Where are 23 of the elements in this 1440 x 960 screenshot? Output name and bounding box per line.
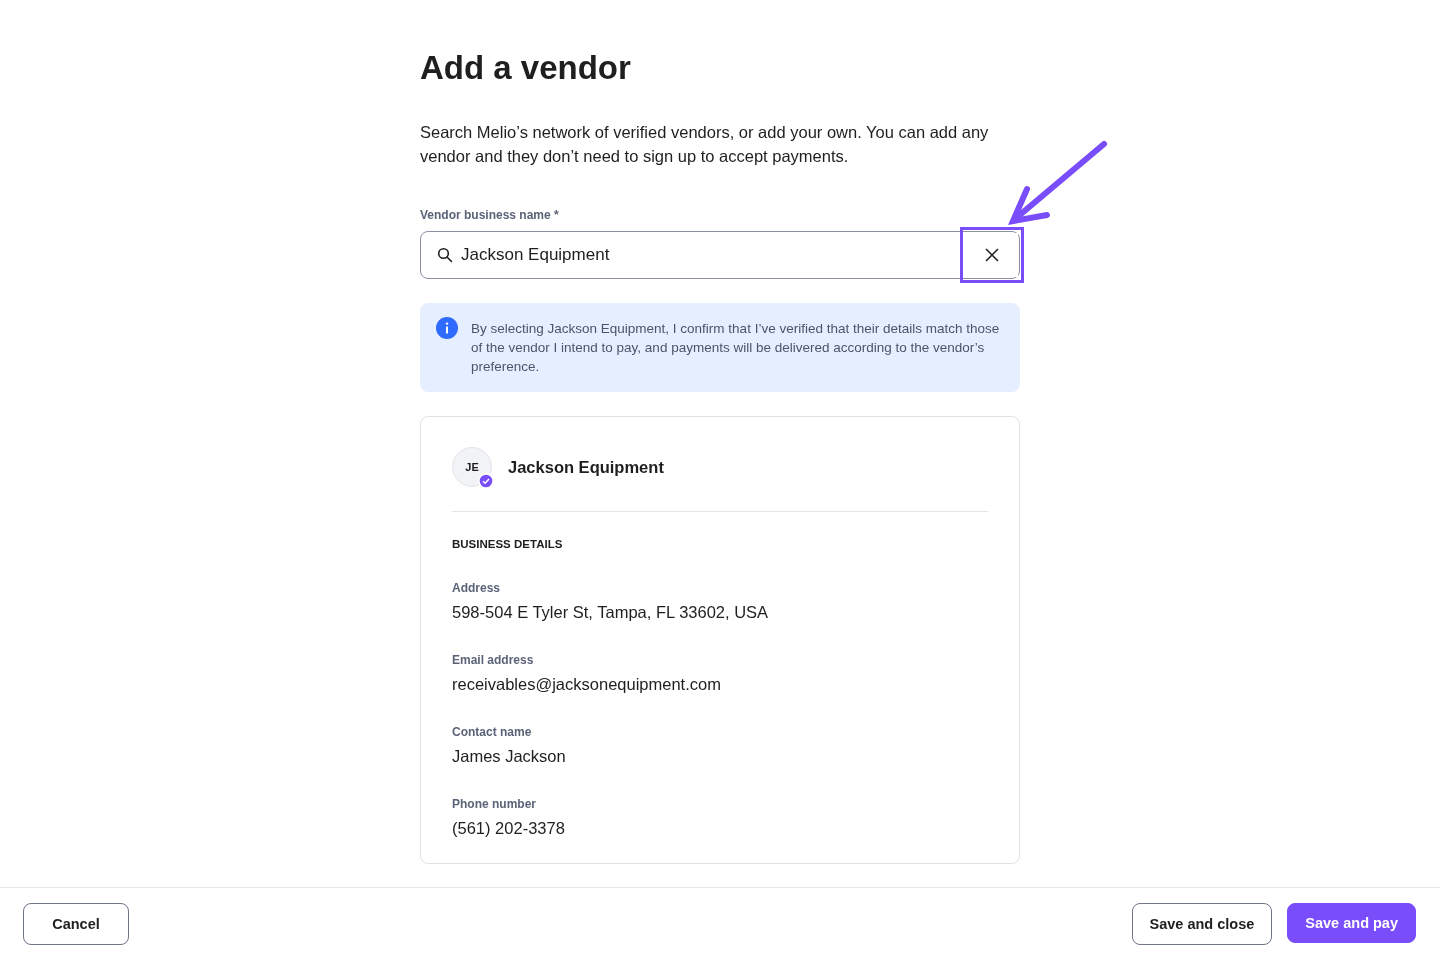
secondary-button[interactable]: Cancel — [23, 903, 129, 945]
info-icon — [436, 317, 458, 339]
notice-text: By selecting Jackson Equipment, I confirm that I’ve verified that their details match those of the vendor I intend to pay, and payments will be delivered according to the vendor’s preference. — [471, 320, 1001, 376]
detail-label: Address — [452, 581, 502, 595]
primary-button[interactable]: Save and pay — [1287, 903, 1416, 943]
page-title: Add a vendor — [420, 48, 632, 88]
detail-label: Phone number — [452, 797, 537, 811]
secondary-button[interactable]: Save and close — [1131, 903, 1273, 945]
detail-label: Contact name — [452, 725, 533, 739]
search-input[interactable]: Jackson Equipment — [461, 245, 958, 265]
vendor-name: Jackson Equipment — [508, 457, 664, 477]
detail-value: James Jackson — [452, 746, 567, 767]
detail-value: (561) 202-3378 — [452, 818, 566, 839]
field-label: Vendor business name * — [420, 208, 560, 222]
detail-label: Email address — [452, 653, 535, 667]
detail-value: receivables@jacksonequipment.com — [452, 674, 722, 695]
avatar-initials: JE — [465, 461, 479, 473]
section-heading: BUSINESS DETAILS — [452, 538, 564, 550]
search-icon — [437, 247, 453, 263]
vendor-search-field[interactable]: Jackson Equipment — [420, 231, 1020, 279]
close-icon — [985, 248, 999, 262]
intro-text: Search Melio’s network of verified vendors, or add your own. You can add any vendor and they don’t need to sign up to accept payments. — [420, 122, 990, 167]
detail-value: 598-504 E Tyler St, Tampa, FL 33602, USA — [452, 602, 770, 623]
